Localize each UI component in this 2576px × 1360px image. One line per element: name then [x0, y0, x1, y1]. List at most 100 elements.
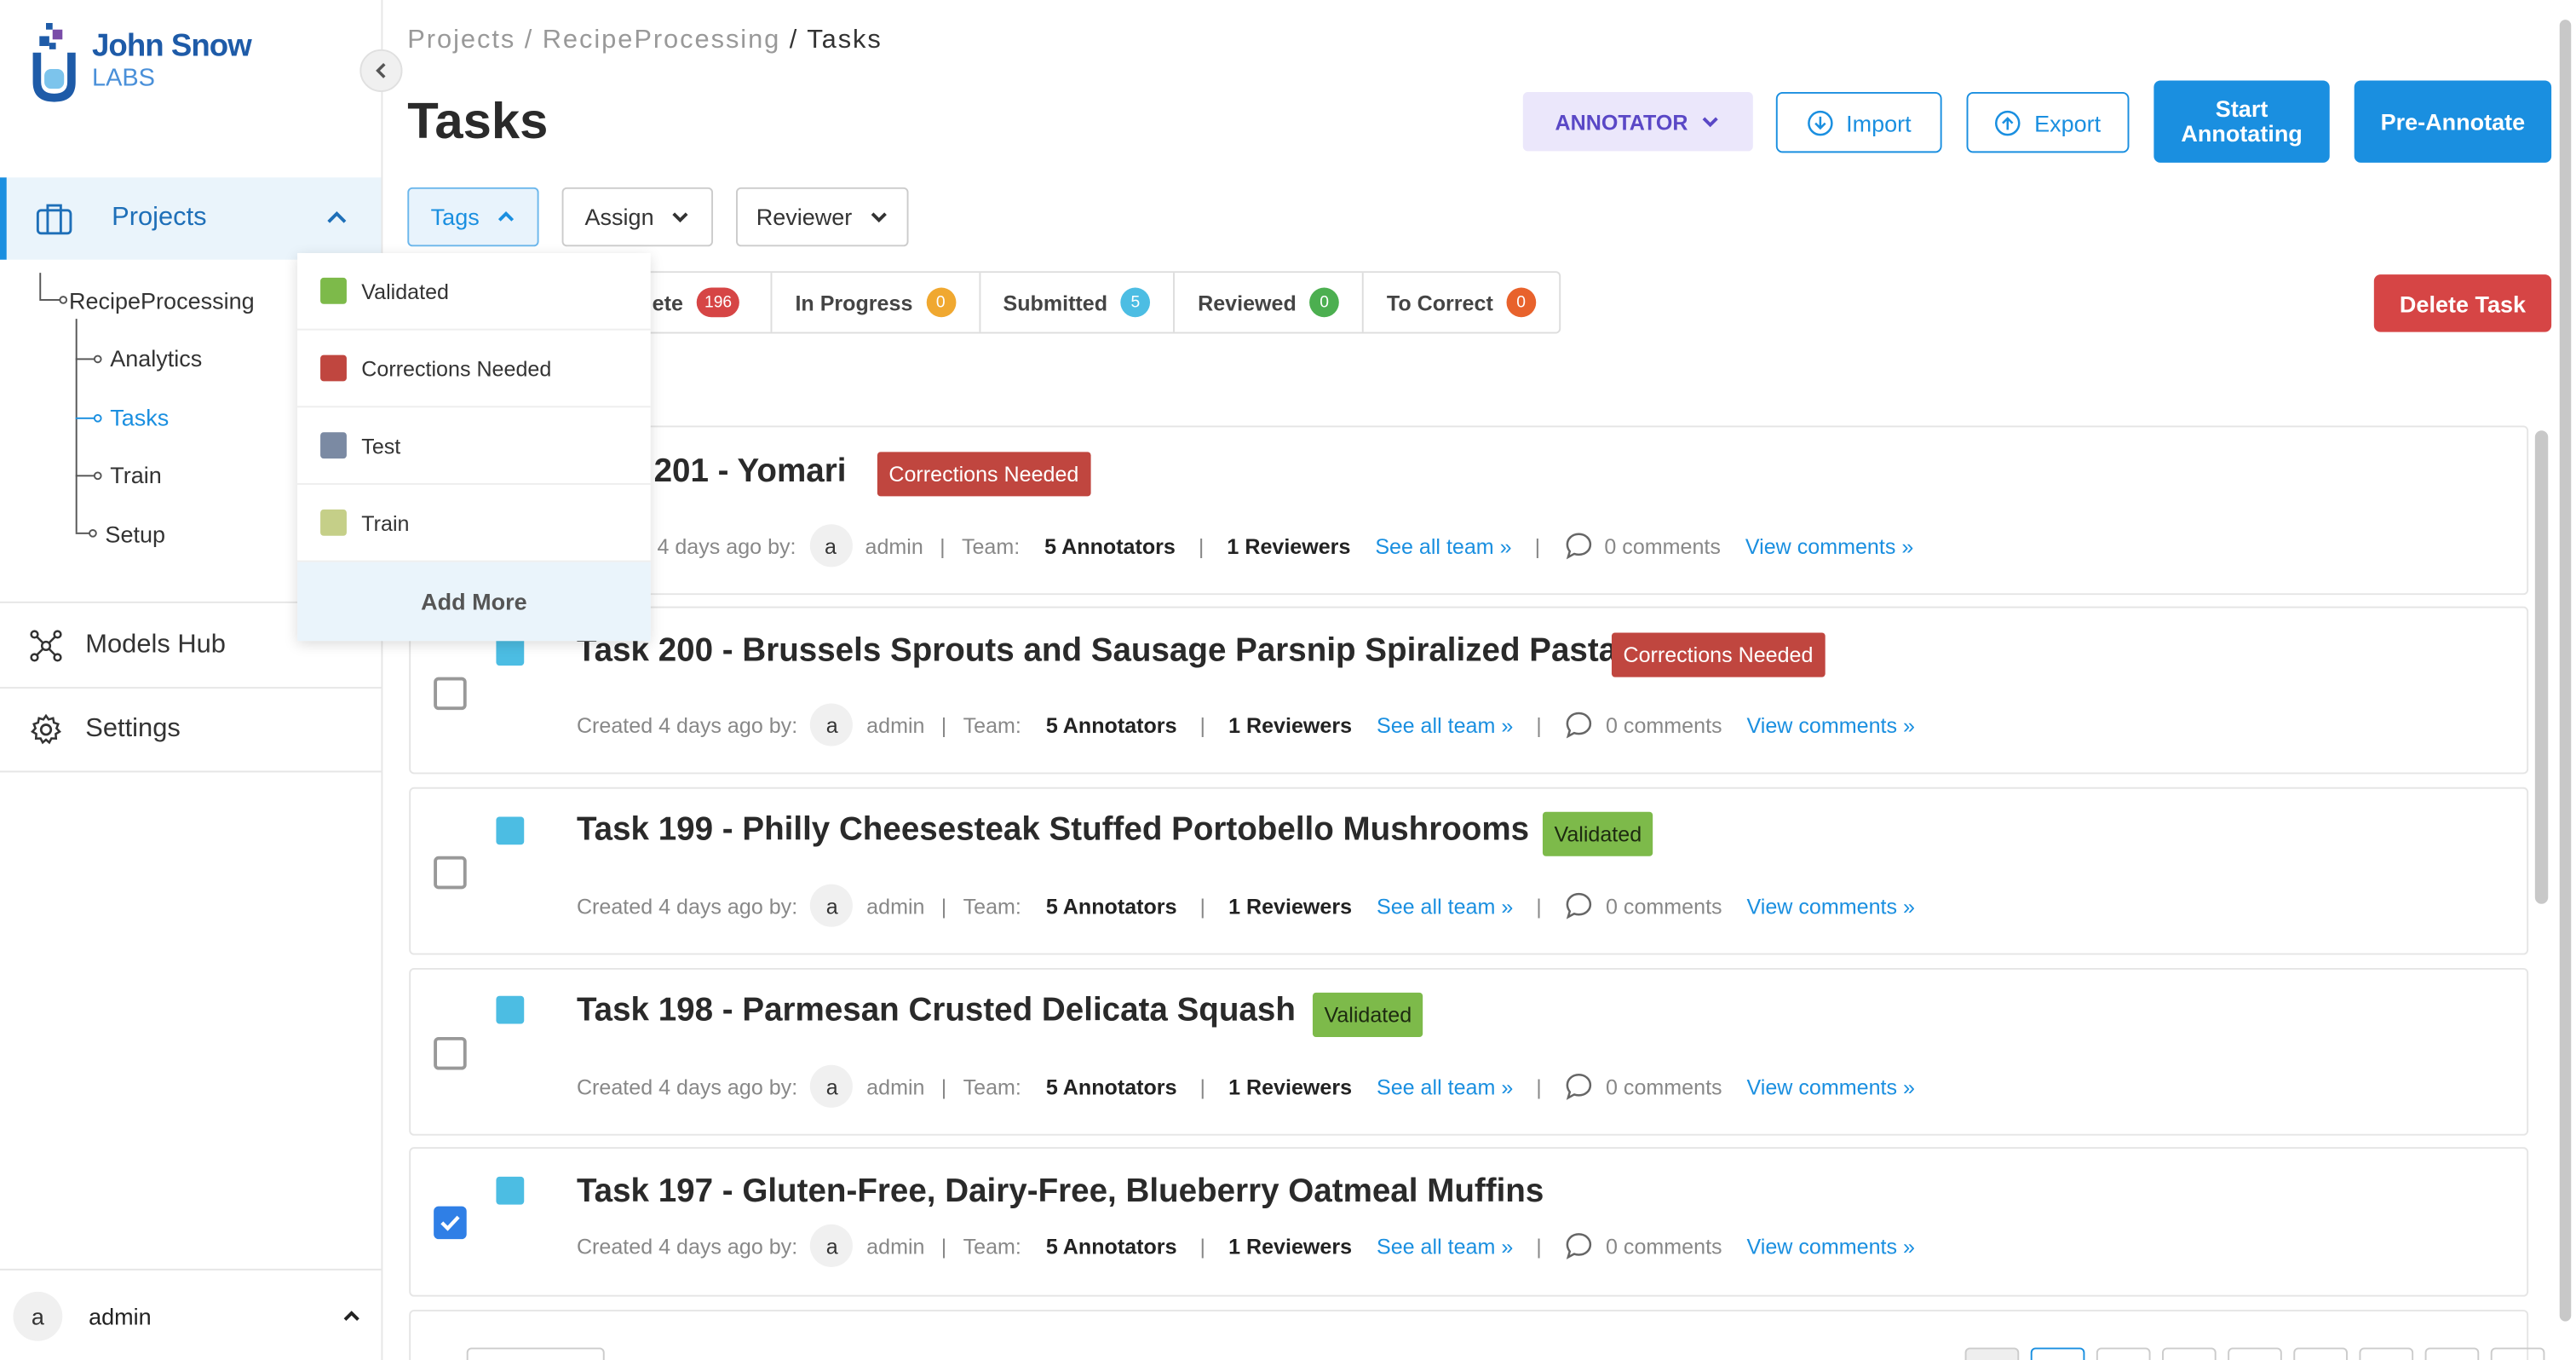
tag-option-validated[interactable]: Validated: [297, 253, 651, 331]
comment-icon: [1567, 712, 1592, 739]
pre-annotate-label: Pre-Annotate: [2380, 107, 2526, 135]
view-comments-link[interactable]: View comments »: [1747, 1233, 1915, 1258]
breadcrumb-current: Tasks: [807, 26, 883, 55]
pagination-button[interactable]: [2030, 1347, 2085, 1360]
pagination-button[interactable]: [2293, 1347, 2348, 1360]
tab-in-progress[interactable]: In Progress 0: [770, 273, 979, 332]
task-meta: Created 4 days ago by: a admin | Team: 5…: [576, 1064, 1915, 1108]
import-button[interactable]: Import: [1775, 92, 1942, 153]
list-scrollbar[interactable]: [2534, 430, 2549, 904]
delete-task-label: Delete Task: [2399, 290, 2527, 317]
team-label: Team:: [963, 712, 1021, 737]
chevron-down-icon: [1703, 117, 1719, 128]
task-title[interactable]: Task 199 - Philly Cheesesteak Stuffed Po…: [577, 812, 1529, 850]
see-all-team-link[interactable]: See all team »: [1377, 712, 1513, 737]
annotators-count: 5 Annotators: [1045, 712, 1177, 737]
pagination-button[interactable]: [2096, 1347, 2151, 1360]
tab-submitted[interactable]: Submitted 5: [978, 273, 1174, 332]
annotators-count: 5 Annotators: [1045, 1233, 1177, 1259]
assign-filter-label: Assign: [584, 204, 654, 231]
team-label: Team:: [963, 893, 1021, 919]
status-tabs: ete 196 In Progress 0 Submitted 5 Review…: [566, 271, 1561, 334]
task-meta: Created 4 days ago by: a admin | Team: 5…: [577, 884, 1915, 927]
tag-option-corrections-needed[interactable]: Corrections Needed: [297, 331, 651, 408]
page-title: Tasks: [407, 92, 549, 150]
reviewers-count: 1 Reviewers: [1228, 1074, 1353, 1099]
logo-icon: [30, 23, 79, 102]
view-comments-link[interactable]: View comments »: [1745, 533, 1913, 558]
tree-item-tasks[interactable]: Tasks: [110, 404, 169, 430]
pagination-button[interactable]: [1964, 1347, 2020, 1360]
user-name: admin: [89, 1302, 152, 1329]
export-label: Export: [2034, 109, 2102, 136]
assign-filter[interactable]: Assign: [561, 187, 714, 247]
page-scrollbar[interactable]: [2559, 20, 2572, 1322]
tab-reviewed[interactable]: Reviewed 0: [1173, 273, 1362, 332]
nav-projects-label: Projects: [112, 204, 207, 232]
see-all-team-link[interactable]: See all team »: [1375, 533, 1511, 558]
role-dropdown[interactable]: ANNOTATOR: [1522, 92, 1753, 152]
tags-filter[interactable]: Tags: [407, 187, 539, 247]
tag-option-label: Test: [361, 433, 401, 458]
tag-option-train[interactable]: Train: [297, 485, 651, 562]
sidebar: John Snow LABS Projects RecipeProcessing…: [0, 0, 383, 1360]
view-comments-link[interactable]: View comments »: [1747, 1074, 1915, 1098]
page-size-select[interactable]: [466, 1347, 605, 1360]
check-icon: [440, 1215, 460, 1231]
task-card[interactable]: [409, 425, 2529, 596]
pagination-button[interactable]: [2228, 1347, 2282, 1360]
tag-option-label: Train: [361, 510, 410, 535]
breadcrumb-project[interactable]: RecipeProcessing: [543, 26, 781, 55]
pre-annotate-button[interactable]: Pre-Annotate: [2354, 80, 2552, 163]
pagination-button[interactable]: [2162, 1347, 2217, 1360]
collapse-sidebar-button[interactable]: [359, 49, 403, 93]
comment-icon: [1565, 533, 1591, 560]
tree-item-analytics[interactable]: Analytics: [110, 345, 202, 372]
role-label: ANNOTATOR: [1555, 109, 1688, 135]
view-comments-link[interactable]: View comments »: [1747, 893, 1915, 918]
tag-color-swatch: [320, 432, 347, 459]
tab-to-correct[interactable]: To Correct 0: [1361, 273, 1559, 332]
add-more-tags-button[interactable]: Add More: [297, 562, 651, 642]
tree-item-setup[interactable]: Setup: [105, 521, 165, 547]
view-comments-link[interactable]: View comments »: [1747, 712, 1915, 737]
created-info: Created 4 days ago by:: [576, 1074, 798, 1099]
delete-task-button[interactable]: Delete Task: [2373, 274, 2552, 332]
tab-label: Submitted: [1003, 290, 1108, 315]
task-card[interactable]: [409, 1147, 2529, 1297]
see-all-team-link[interactable]: See all team »: [1377, 1074, 1513, 1098]
see-all-team-link[interactable]: See all team »: [1377, 893, 1513, 918]
chevron-down-icon: [672, 212, 688, 223]
task-checkbox[interactable]: [434, 1036, 467, 1070]
see-all-team-link[interactable]: See all team »: [1377, 1233, 1513, 1258]
nav-projects[interactable]: Projects: [0, 177, 382, 260]
user-menu[interactable]: a admin: [0, 1268, 382, 1360]
tree-project-recipeprocessing[interactable]: RecipeProcessing: [69, 288, 255, 314]
task-title[interactable]: Task 197 - Gluten-Free, Dairy-Free, Blue…: [577, 1173, 1544, 1211]
task-title[interactable]: Task 198 - Parmesan Crusted Delicata Squ…: [577, 993, 1296, 1030]
task-checkbox[interactable]: [434, 1206, 467, 1240]
chevron-up-icon[interactable]: [342, 1306, 361, 1326]
export-button[interactable]: Export: [1966, 92, 2130, 153]
pagination-button[interactable]: [2359, 1347, 2414, 1360]
task-title[interactable]: 201 - Yomari: [654, 453, 847, 491]
logo[interactable]: John Snow LABS: [30, 23, 252, 102]
comments-count: 0 comments: [1604, 533, 1721, 558]
tree-item-train[interactable]: Train: [110, 462, 162, 488]
task-checkbox[interactable]: [434, 677, 467, 711]
chevron-left-icon: [376, 62, 386, 78]
tag-option-label: Corrections Needed: [361, 355, 552, 381]
pagination-button[interactable]: [2490, 1347, 2545, 1360]
start-annotating-button[interactable]: Start Annotating: [2153, 80, 2330, 163]
pagination-button[interactable]: [2424, 1347, 2480, 1360]
tag-option-test[interactable]: Test: [297, 407, 651, 485]
task-title[interactable]: Task 200 - Brussels Sprouts and Sausage …: [577, 633, 1617, 671]
breadcrumb-projects[interactable]: Projects: [407, 26, 515, 55]
chevron-up-icon[interactable]: [325, 205, 348, 228]
nav-settings[interactable]: Settings: [0, 687, 382, 773]
task-card[interactable]: [409, 606, 2529, 775]
created-info: 4 days ago by:: [657, 533, 796, 558]
avatar: a: [808, 524, 853, 568]
task-checkbox[interactable]: [434, 856, 467, 890]
reviewer-filter[interactable]: Reviewer: [736, 187, 909, 247]
